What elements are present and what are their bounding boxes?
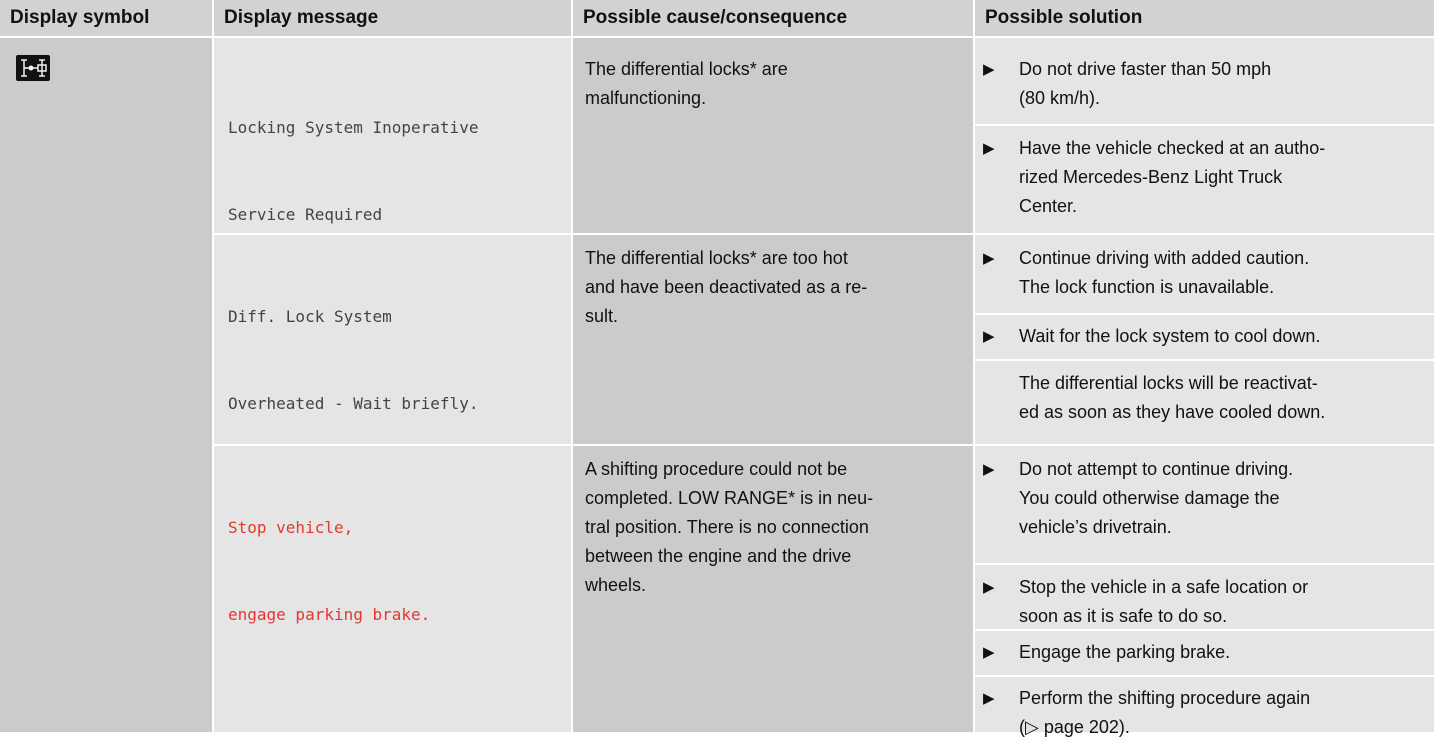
message-line: engage parking brake. — [228, 605, 431, 624]
solution-line: Have the vehicle checked at an autho- — [1019, 138, 1326, 158]
cause-row3: A shifting procedure could not be comple… — [585, 455, 970, 600]
bullet-arrow-icon: ▶ — [983, 61, 995, 78]
solution-line: You could otherwise damage the — [1019, 488, 1280, 508]
solution-line: Center. — [1019, 196, 1078, 216]
cause-row2: The differential locks* are too hot and … — [585, 244, 970, 331]
message-row2: Diff. Lock System Overheated - Wait brie… — [228, 244, 568, 447]
solution-line: Stop the vehicle in a safe location or — [1019, 577, 1309, 597]
solution-line: Continue driving with added caution. — [1019, 248, 1310, 268]
cause-line: wheels. — [585, 575, 647, 595]
message-row1: Locking System Inoperative Service Requi… — [228, 55, 568, 258]
solution-line: Engage the parking brake. — [1019, 642, 1231, 662]
cause-line: and have been deactivated as a re- — [585, 277, 868, 297]
solution-line: Perform the shifting procedure again — [1019, 688, 1311, 708]
cause-line: The differential locks* are too hot — [585, 248, 848, 268]
bullet-arrow-icon: ▶ — [983, 328, 995, 345]
cause-line: The differential locks* are — [585, 59, 788, 79]
bullet-arrow-icon: ▶ — [983, 579, 995, 596]
solution-line: Wait for the lock system to cool down. — [1019, 326, 1321, 346]
cause-line: completed. LOW RANGE* is in neu- — [585, 488, 874, 508]
header-solution: Possible solution — [975, 0, 1434, 36]
header-display-message: Display message — [214, 0, 571, 36]
differential-lock-icon — [16, 55, 50, 81]
bullet-arrow-icon: ▶ — [983, 140, 995, 157]
bullet-arrow-icon: ▶ — [983, 690, 995, 707]
cause-line: tral position. There is no connection — [585, 517, 869, 537]
solution-line: Do not attempt to continue driving. — [1019, 459, 1294, 479]
header-display-symbol: Display symbol — [0, 0, 212, 36]
solution-divider — [975, 313, 1434, 315]
solution-divider — [975, 359, 1434, 361]
solution-line: (▷ page 202). — [1019, 717, 1130, 737]
solution-line: The differential locks will be reactivat… — [1019, 373, 1318, 393]
cause-column — [573, 38, 973, 732]
solution-line: rized Mercedes-Benz Light Truck — [1019, 167, 1283, 187]
message-line: Service Required — [228, 205, 383, 224]
message-line: Stop vehicle, — [228, 518, 354, 537]
cause-line: sult. — [585, 306, 619, 326]
solution-line: vehicle’s drivetrain. — [1019, 517, 1172, 537]
message-row3: Stop vehicle, engage parking brake. — [228, 455, 568, 658]
message-line: Locking System Inoperative — [228, 118, 479, 137]
solution-divider — [975, 675, 1434, 677]
symbol-column — [0, 38, 212, 732]
cause-line: malfunctioning. — [585, 88, 707, 108]
cause-line: between the engine and the drive — [585, 546, 852, 566]
bullet-arrow-icon: ▶ — [983, 644, 995, 661]
bullet-arrow-icon: ▶ — [983, 461, 995, 478]
message-line: Overheated - Wait briefly. — [228, 394, 479, 413]
solution-divider — [975, 563, 1434, 565]
solution-line: soon as it is safe to do so. — [1019, 606, 1228, 626]
solution-divider — [975, 124, 1434, 126]
header-cause: Possible cause/consequence — [573, 0, 973, 36]
solution-line: Do not drive faster than 50 mph — [1019, 59, 1272, 79]
cause-row1: The differential locks* are malfunctioni… — [585, 55, 970, 113]
solution-line: (80 km/h). — [1019, 88, 1101, 108]
solution-line: ed as soon as they have cooled down. — [1019, 402, 1326, 422]
message-line: Diff. Lock System — [228, 307, 392, 326]
cause-line: A shifting procedure could not be — [585, 459, 848, 479]
bullet-arrow-icon: ▶ — [983, 250, 995, 267]
solution-line: The lock function is unavailable. — [1019, 277, 1275, 297]
